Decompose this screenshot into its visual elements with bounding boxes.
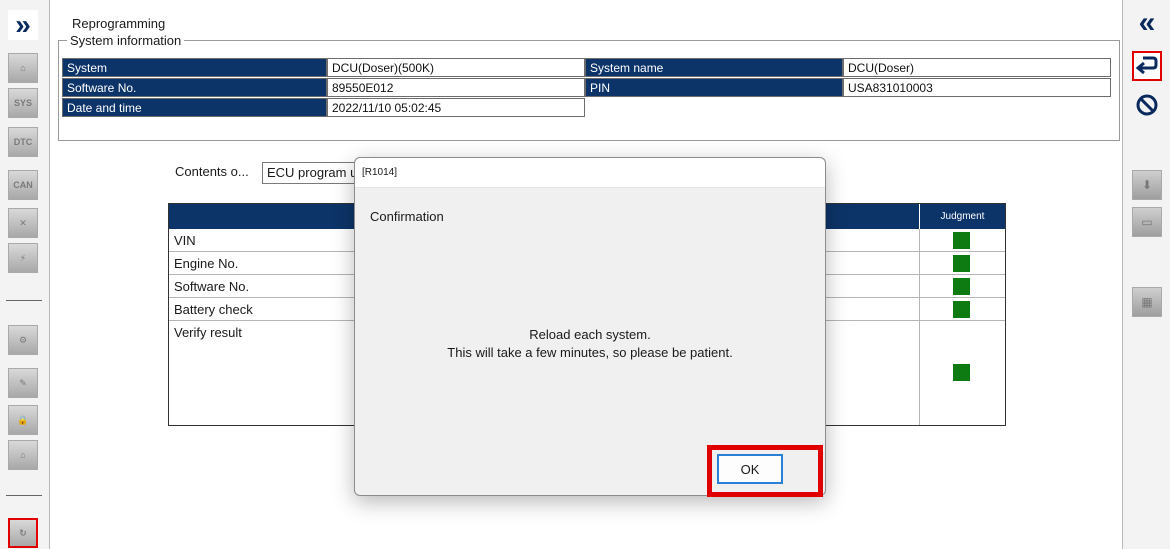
judgment-cell [919, 252, 1005, 274]
dialog-title: Confirmation [370, 209, 444, 224]
judgment-ok-indicator [953, 301, 970, 318]
row-label: Verify result [174, 325, 242, 340]
row-label: Battery check [174, 302, 253, 317]
toolbar-divider [6, 300, 42, 301]
tools-icon[interactable]: ✕ [8, 208, 38, 238]
collapse-icon[interactable]: « [1132, 6, 1162, 39]
row-label: Software No. [174, 279, 250, 294]
lock-grid-icon[interactable]: 🔒 [8, 405, 38, 435]
page-title: Reprogramming [72, 16, 166, 31]
home-icon[interactable]: ⌂ [8, 53, 38, 83]
judgment-cell [919, 229, 1005, 251]
sysinfo-row: Software No. 89550E012 PIN USA831010003 [62, 78, 1111, 97]
system-value: DCU(Doser)(500K) [327, 58, 585, 77]
right-toolbar: « ⬇ ▭ ▦ [1122, 0, 1170, 549]
expand-icon[interactable]: » [8, 10, 38, 40]
system-information-legend: System information [70, 33, 182, 48]
left-toolbar: » ⌂ SYS DTC CAN ✕ ⚡ ⚙ ✎ 🔒 ⌂ ↻ [0, 0, 50, 549]
judgment-ok-indicator [953, 232, 970, 249]
row-label: VIN [174, 233, 196, 248]
pin-label: PIN [585, 78, 843, 97]
dialog-code: [R1014] [362, 167, 398, 178]
confirmation-dialog: [R1014] Confirmation Reload each system.… [354, 157, 826, 497]
sys-icon[interactable]: SYS [8, 88, 38, 118]
judgment-header: Judgment [919, 204, 1005, 229]
judgment-cell [919, 321, 1005, 425]
ok-button[interactable]: OK [717, 454, 783, 484]
dtc-icon[interactable]: DTC [8, 127, 38, 157]
open-folder-icon[interactable]: ▭ [1132, 207, 1162, 237]
stop-icon[interactable] [1132, 90, 1162, 120]
toolbar-divider [6, 495, 42, 496]
system-name-label: System name [585, 58, 843, 77]
judgment-ok-indicator [953, 255, 970, 272]
reprogram-icon[interactable]: ↻ [8, 518, 38, 548]
software-no-value: 89550E012 [327, 78, 585, 97]
edit-grid-icon[interactable]: ✎ [8, 368, 38, 398]
contents-label: Contents o... [175, 164, 249, 179]
dialog-header: [R1014] [355, 158, 825, 188]
date-time-label: Date and time [62, 98, 327, 117]
judgment-cell [919, 298, 1005, 320]
system-name-value: DCU(Doser) [843, 58, 1111, 77]
judgment-cell [919, 275, 1005, 297]
sysinfo-row: Date and time 2022/11/10 05:02:45 [62, 98, 585, 117]
software-no-label: Software No. [62, 78, 327, 97]
download-icon[interactable]: ⬇ [1132, 170, 1162, 200]
dialog-message-line: Reload each system. [529, 327, 651, 342]
judgment-ok-indicator [953, 278, 970, 295]
settings-grid-icon[interactable]: ⚙ [8, 325, 38, 355]
chip-icon[interactable]: ▦ [1132, 287, 1162, 317]
return-icon[interactable] [1132, 51, 1162, 81]
can-icon[interactable]: CAN [8, 170, 38, 200]
dialog-message: Reload each system. This will take a few… [355, 326, 825, 362]
ecu-icon[interactable]: ⚡ [8, 243, 38, 273]
tree-grid-icon[interactable]: ⌂ [8, 440, 38, 470]
system-label: System [62, 58, 327, 77]
sysinfo-row: System DCU(Doser)(500K) System name DCU(… [62, 58, 1111, 77]
dialog-message-line: This will take a few minutes, so please … [447, 345, 733, 360]
pin-value: USA831010003 [843, 78, 1111, 97]
date-time-value: 2022/11/10 05:02:45 [327, 98, 585, 117]
judgment-ok-indicator [953, 364, 970, 381]
row-label: Engine No. [174, 256, 239, 271]
